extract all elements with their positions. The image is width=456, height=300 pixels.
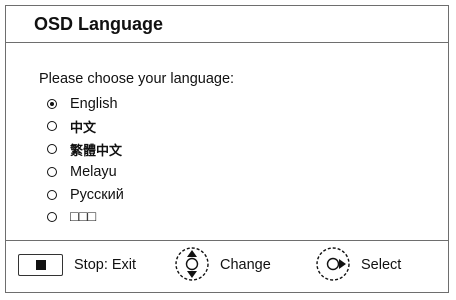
footer-hints: Stop: Exit Change Select xyxy=(6,240,448,292)
radio-icon[interactable] xyxy=(47,212,57,222)
option-melayu[interactable]: Melayu xyxy=(47,162,117,182)
dialog-title: OSD Language xyxy=(34,14,164,34)
option-chinese-traditional[interactable]: 繁體中文 xyxy=(47,139,122,159)
option-label: Русский xyxy=(70,187,124,203)
stop-button-icon xyxy=(18,254,63,276)
stop-exit-label: Stop: Exit xyxy=(74,257,137,273)
updown-navigation-icon xyxy=(175,247,209,281)
title-bar: OSD Language xyxy=(6,6,448,43)
ok-right-navigation-icon xyxy=(316,247,350,281)
osd-language-dialog: OSD Language Please choose your language… xyxy=(5,5,449,293)
option-english[interactable]: English xyxy=(47,94,118,114)
select-label: Select xyxy=(361,257,402,273)
radio-icon[interactable] xyxy=(47,190,57,200)
option-russian[interactable]: Русский xyxy=(47,185,124,205)
change-label: Change xyxy=(220,257,271,273)
option-label: Melayu xyxy=(70,164,117,180)
radio-icon[interactable] xyxy=(47,121,57,131)
option-other[interactable]: □□□ xyxy=(47,207,96,227)
option-chinese-simplified[interactable]: 中文 xyxy=(47,116,96,136)
radio-icon[interactable] xyxy=(47,144,57,154)
option-label: 繁體中文 xyxy=(70,143,123,159)
radio-selected-icon[interactable] xyxy=(47,99,57,109)
option-label: □□□ xyxy=(70,209,97,225)
option-label: English xyxy=(70,96,118,112)
option-label: 中文 xyxy=(70,120,97,136)
language-prompt: Please choose your language: xyxy=(39,71,235,87)
radio-icon[interactable] xyxy=(47,167,57,177)
